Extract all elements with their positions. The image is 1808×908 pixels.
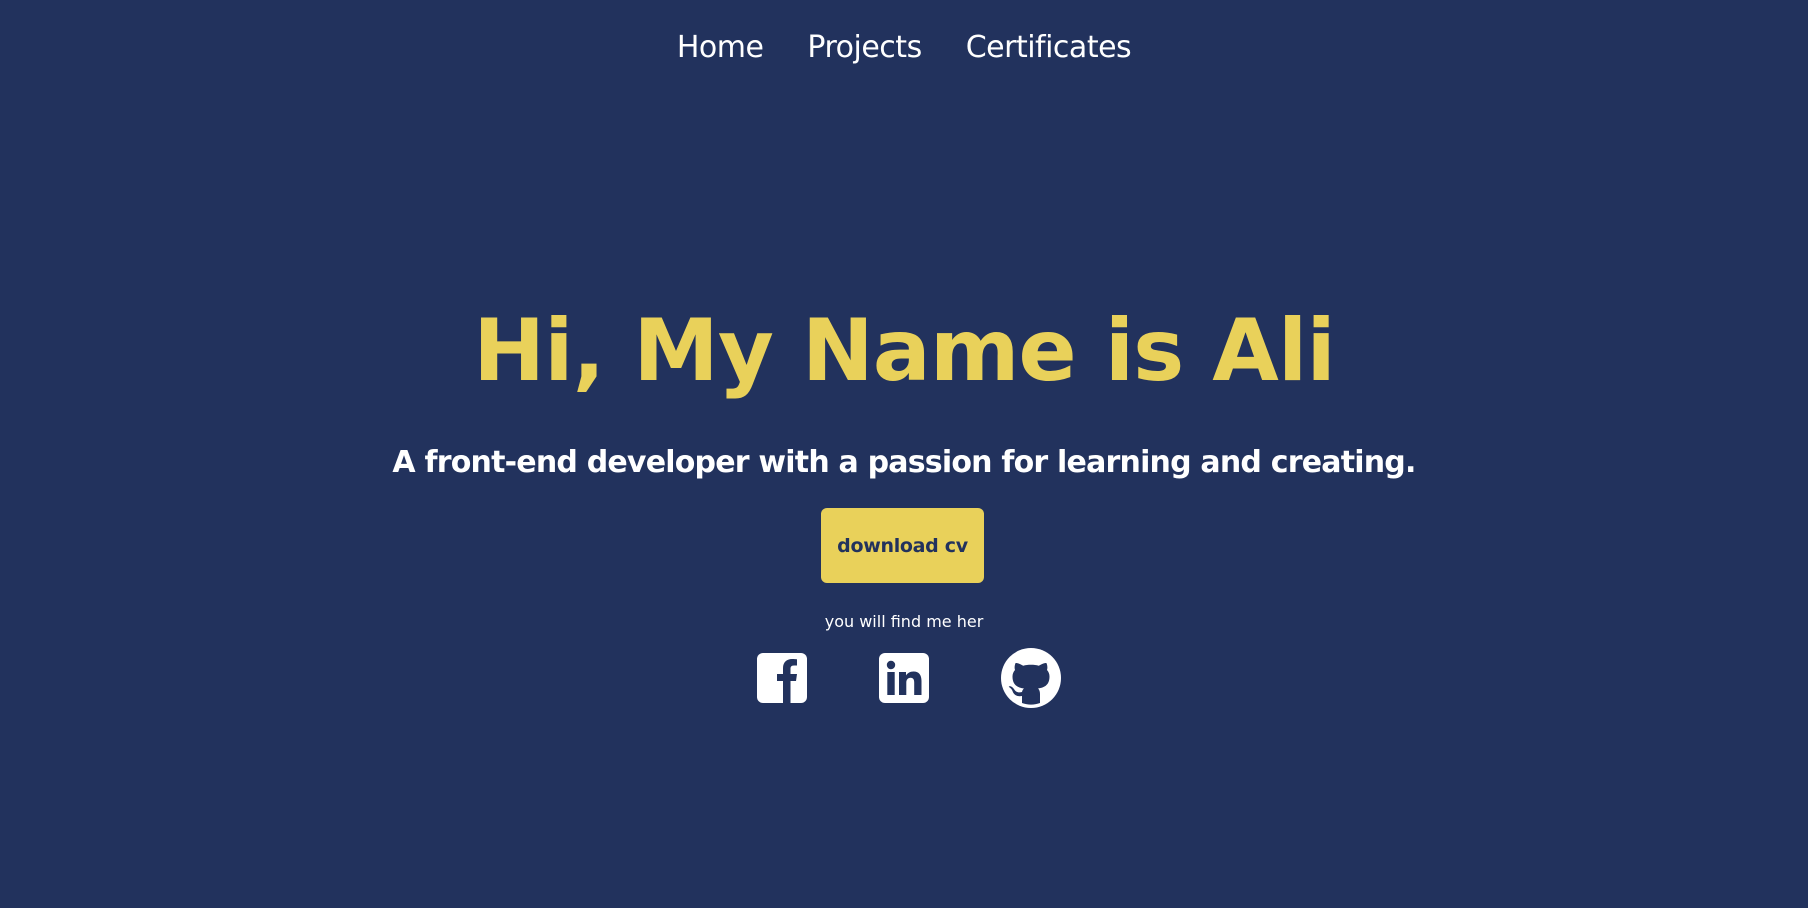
github-icon — [1000, 647, 1061, 709]
github-link[interactable] — [1000, 648, 1061, 708]
hero-subtitle: A front-end developer with a passion for… — [392, 445, 1416, 480]
facebook-link[interactable] — [756, 652, 808, 704]
nav-projects-link[interactable]: Projects — [807, 30, 922, 65]
nav-home-link[interactable]: Home — [677, 30, 764, 65]
download-cv-button[interactable]: download cv — [821, 508, 984, 583]
social-caption: you will find me her — [824, 612, 984, 631]
social-links — [0, 648, 1808, 708]
nav-certificates-link[interactable]: Certificates — [966, 30, 1132, 65]
linkedin-link[interactable] — [878, 652, 930, 704]
hero-title: Hi, My Name is Ali — [473, 301, 1336, 401]
facebook-icon — [756, 652, 808, 704]
linkedin-icon — [878, 652, 930, 704]
main-nav: Home Projects Certificates — [0, 30, 1808, 65]
